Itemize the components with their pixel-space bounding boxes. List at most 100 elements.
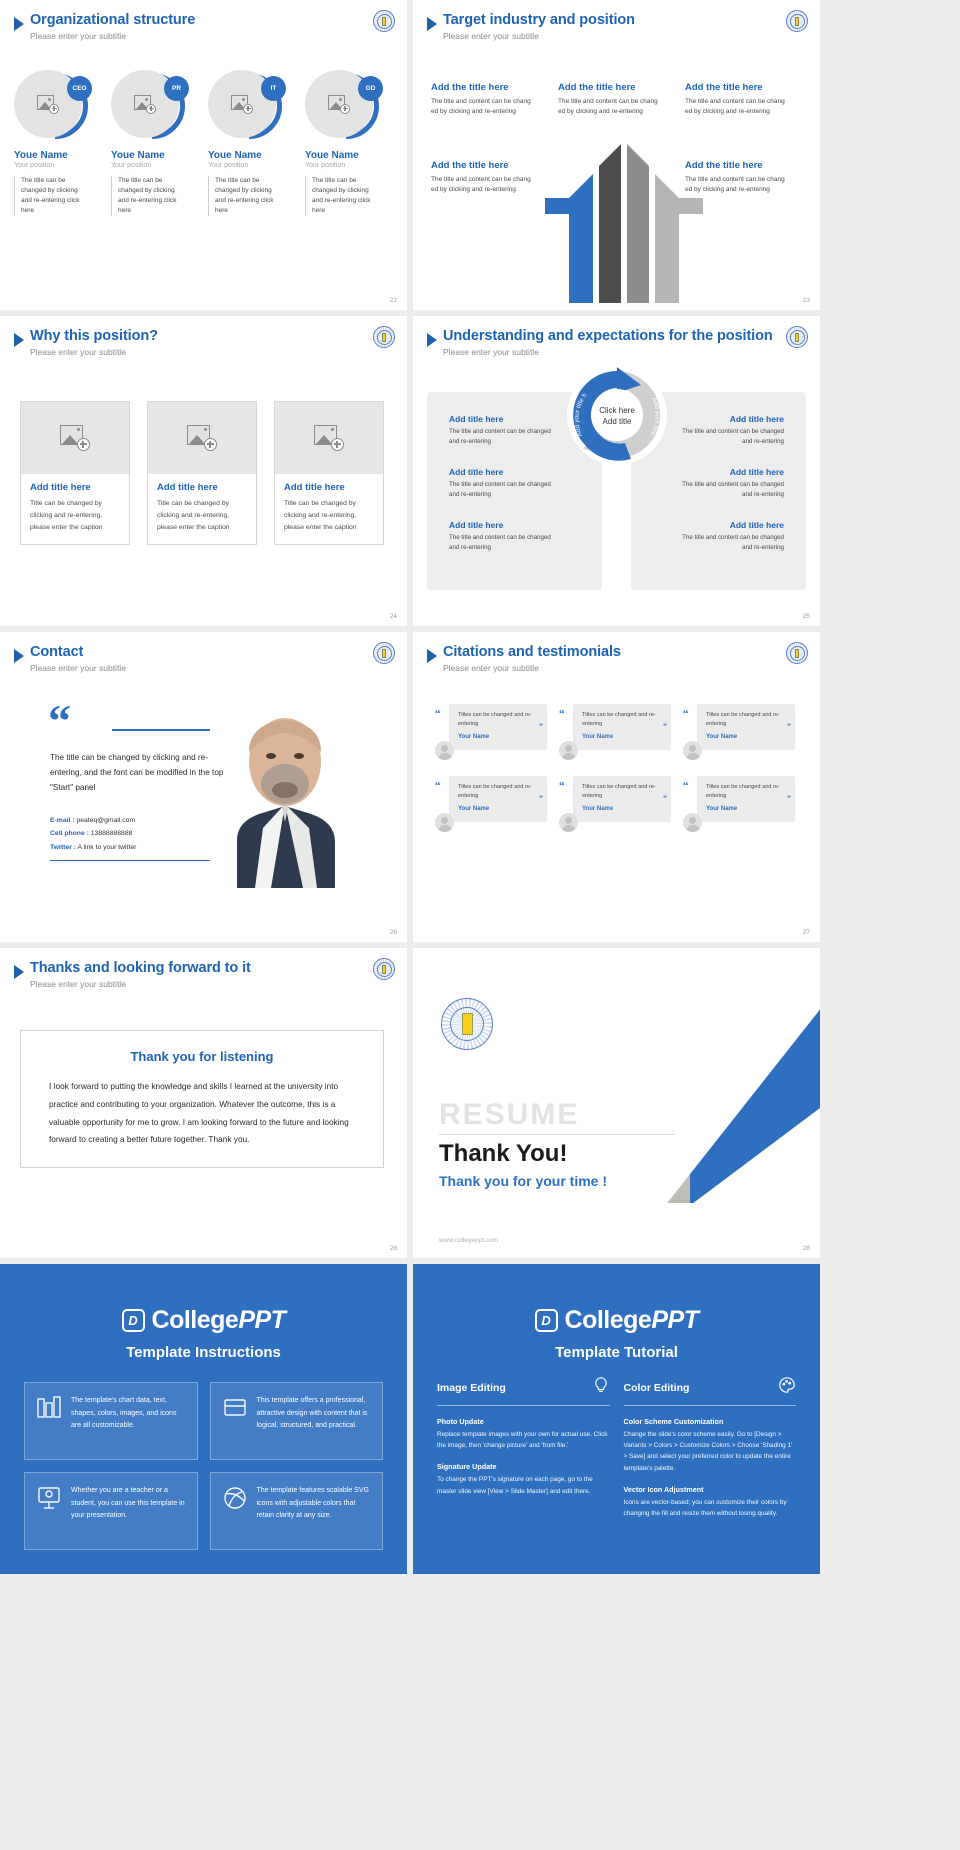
lightbulb-icon xyxy=(592,1376,610,1399)
contact-label: Twitter : xyxy=(50,843,76,851)
slide-thank-you-cover[interactable]: 대 한 신 학 대 학 원 대 학 DAEHAN Theological Uni… xyxy=(413,948,820,1258)
image-placeholder[interactable] xyxy=(148,402,256,474)
underline-divider xyxy=(50,860,210,861)
tutorial-section[interactable]: Photo Update Replace template images wit… xyxy=(437,1417,610,1451)
slide-header: Contact Please enter your subtitle xyxy=(14,644,126,673)
thanks-box[interactable]: Thank you for listening I look forward t… xyxy=(20,1030,384,1169)
testimonial-text: Titles can be changed and re-entering xyxy=(582,712,656,728)
item-title: Add title here xyxy=(449,466,504,477)
website-url[interactable]: www.collegeppt.com xyxy=(439,1237,498,1244)
testimonial-text: Titles can be changed and re-entering xyxy=(706,712,780,728)
testimonial-card[interactable]: “ ” Titles can be changed and re-enterin… xyxy=(679,776,795,838)
instruction-item[interactable]: Whether you are a teacher or a student, … xyxy=(24,1472,198,1550)
university-seal-icon xyxy=(373,10,395,32)
testimonial-card[interactable]: “ ” Titles can be changed and re-enterin… xyxy=(431,704,547,766)
target-block[interactable]: Add the title here The title and content… xyxy=(558,82,666,118)
role-badge: PR xyxy=(164,76,189,101)
panel-item[interactable]: Add title here The title and content can… xyxy=(631,520,784,553)
org-member[interactable]: GD Youe Name Your position The title can… xyxy=(305,70,395,217)
thanks-body: I look forward to putting the knowledge … xyxy=(49,1081,349,1145)
image-placeholder[interactable] xyxy=(275,402,383,474)
testimonial-list: “ ” Titles can be changed and re-enterin… xyxy=(431,704,795,838)
university-seal-icon xyxy=(786,642,808,664)
target-block[interactable]: Add the title here The title and content… xyxy=(685,160,793,196)
org-member-list: CEO Youe Name Your position The title ca… xyxy=(14,70,395,217)
instruction-text: The template features scalable SVG icons… xyxy=(256,1487,369,1520)
info-card[interactable]: Add title here Title can be changed by c… xyxy=(20,401,130,545)
university-seal-icon xyxy=(786,10,808,32)
org-member[interactable]: IT Youe Name Your position The title can… xyxy=(208,70,298,217)
tutorial-section[interactable]: Signature Update To change the PPT's sig… xyxy=(437,1462,610,1496)
org-member[interactable]: PR Youe Name Your position The title can… xyxy=(111,70,201,217)
cycle-diagram[interactable]: Add your title here Add your title here … xyxy=(563,358,669,467)
info-card[interactable]: Add title here Title can be changed by c… xyxy=(147,401,257,545)
member-name: Youe Name xyxy=(14,150,68,161)
thank-you-headline: Thank You! xyxy=(439,1140,568,1167)
slide-why-this-position[interactable]: Why this position? Please enter your sub… xyxy=(0,316,407,626)
testimonial-text: Titles can be changed and re-entering xyxy=(458,784,532,800)
block-body: The title and content can be chang ed by… xyxy=(431,176,531,194)
section-body: To change the PPT's signature on each pa… xyxy=(437,1476,593,1495)
card-title: Add title here xyxy=(284,482,345,493)
target-block[interactable]: Add the title here The title and content… xyxy=(685,82,793,118)
page-number: 24 xyxy=(389,613,397,620)
contact-row[interactable]: Cell phone : 13888888888 xyxy=(50,827,136,840)
quote-close-icon: ” xyxy=(787,794,791,803)
brand-logo: D CollegePPT xyxy=(0,1306,407,1335)
tutorial-column: Color Editing Color Scheme Customization… xyxy=(623,1376,797,1519)
instruction-item[interactable]: The template features scalable SVG icons… xyxy=(209,1472,383,1550)
page-number: 22 xyxy=(389,297,397,304)
tutorial-section[interactable]: Vector Icon Adjustment Icons are vector-… xyxy=(624,1485,797,1519)
brand-name-part2: PPT xyxy=(651,1306,699,1334)
contact-row[interactable]: E-mail : peateq@gmail.com xyxy=(50,814,136,827)
testimonial-card[interactable]: “ ” Titles can be changed and re-enterin… xyxy=(679,704,795,766)
page-title: Understanding and expectations for the p… xyxy=(443,328,773,344)
member-description: The title can be changed by clicking and… xyxy=(111,176,183,217)
avatar xyxy=(683,741,702,760)
image-placeholder[interactable] xyxy=(21,402,129,474)
contact-row[interactable]: Twitter : A link to your twitter xyxy=(50,841,136,854)
instruction-item[interactable]: This template offers a professional, att… xyxy=(209,1382,383,1460)
card-body: Title can be changed by clicking and re-… xyxy=(30,500,103,531)
testimonial-card[interactable]: “ ” Titles can be changed and re-enterin… xyxy=(431,776,547,838)
info-card[interactable]: Add title here Title can be changed by c… xyxy=(274,401,384,545)
slide-header: Citations and testimonials Please enter … xyxy=(427,644,621,673)
panel-item[interactable]: Add title here The title and content can… xyxy=(631,467,784,500)
panel-item[interactable]: Add title here The title and content can… xyxy=(449,520,602,553)
target-block[interactable]: Add the title here The title and content… xyxy=(431,160,539,196)
panel-template-tutorial[interactable]: D CollegePPT Template Tutorial Image Edi… xyxy=(413,1264,820,1574)
contact-value: A link to your twitter xyxy=(77,843,137,851)
slide-understanding-expectations[interactable]: Understanding and expectations for the p… xyxy=(413,316,820,626)
slide-header: Understanding and expectations for the p… xyxy=(427,328,773,357)
panel-item[interactable]: Add title here The title and content can… xyxy=(449,467,602,500)
block-body: The title and content can be chang ed by… xyxy=(685,176,785,194)
brand-mark-icon: D xyxy=(534,1309,558,1332)
contact-label: Cell phone : xyxy=(50,830,89,838)
org-member[interactable]: CEO Youe Name Your position The title ca… xyxy=(14,70,104,217)
member-name: Youe Name xyxy=(111,150,165,161)
member-position: Your position xyxy=(208,162,249,169)
testimonial-card[interactable]: “ ” Titles can be changed and re-enterin… xyxy=(555,704,671,766)
member-position: Your position xyxy=(305,162,346,169)
slide-citations-testimonials[interactable]: Citations and testimonials Please enter … xyxy=(413,632,820,942)
tutorial-section[interactable]: Color Scheme Customization Change the sl… xyxy=(624,1417,797,1474)
slide-contact[interactable]: Contact Please enter your subtitle “ The… xyxy=(0,632,407,942)
block-body: The title and content can be chang ed by… xyxy=(685,98,785,116)
item-title: Add title here xyxy=(729,519,784,530)
slide-organizational-structure[interactable]: Organizational structure Please enter yo… xyxy=(0,0,407,310)
panel-template-instructions[interactable]: D CollegePPT Template Instructions The t… xyxy=(0,1264,407,1574)
presenter-icon xyxy=(36,1485,62,1511)
testimonial-card[interactable]: “ ” Titles can be changed and re-enterin… xyxy=(555,776,671,838)
slide-target-industry[interactable]: Target industry and position Please ente… xyxy=(413,0,820,310)
target-block[interactable]: Add the title here The title and content… xyxy=(431,82,539,118)
layout-icon xyxy=(222,1395,248,1421)
contact-label: E-mail : xyxy=(50,817,75,824)
testimonial-name: Your Name xyxy=(582,734,614,741)
quote-close-icon: ” xyxy=(539,722,543,731)
slide-thanks-looking-forward[interactable]: Thanks and looking forward to it Please … xyxy=(0,948,407,1258)
testimonial-name: Your Name xyxy=(706,734,738,741)
page-title: Thanks and looking forward to it xyxy=(30,960,251,976)
instruction-item[interactable]: The template's chart data, text, shapes,… xyxy=(24,1382,198,1460)
arrow-bullet-icon xyxy=(427,17,437,31)
quote-open-icon: “ xyxy=(683,708,689,720)
